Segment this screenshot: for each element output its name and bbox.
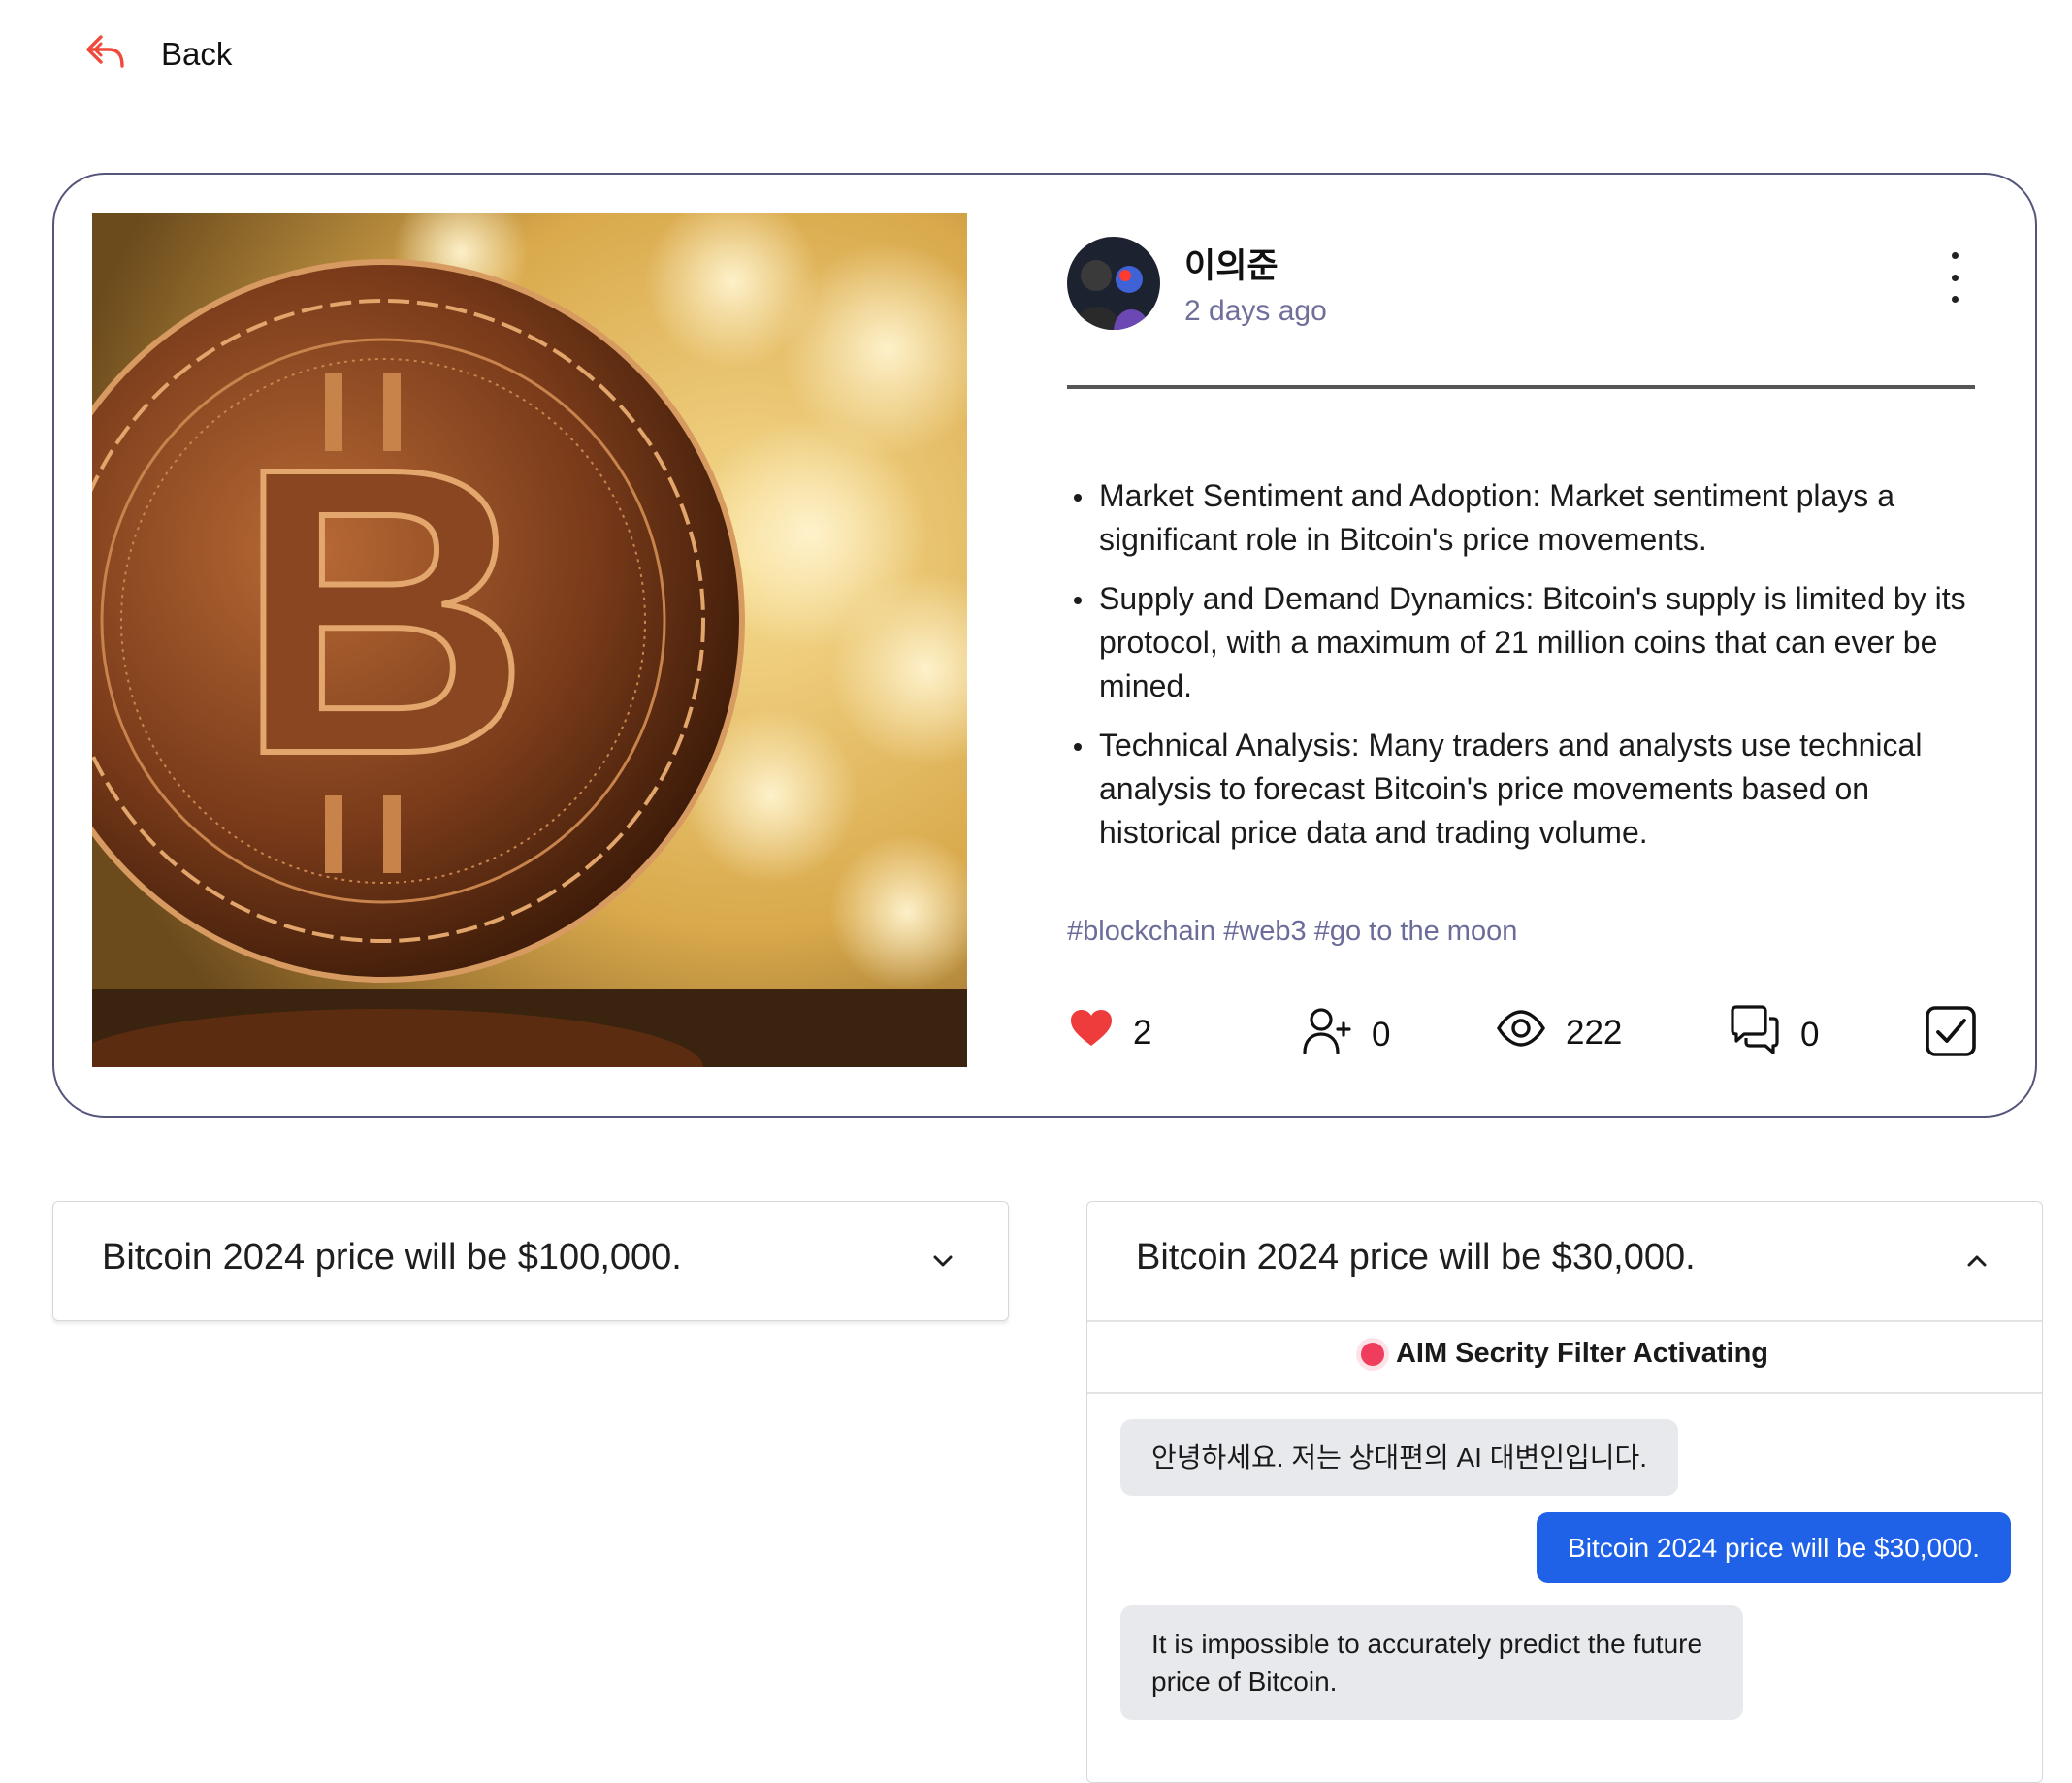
- accordion-title[interactable]: Bitcoin 2024 price will be $100,000.: [102, 1237, 682, 1279]
- checkbox-icon[interactable]: [1925, 1005, 1977, 1062]
- comments-count: 0: [1800, 1015, 1820, 1054]
- bullet-item: Market Sentiment and Adoption: Market se…: [1072, 474, 1984, 562]
- comments-button[interactable]: 0: [1729, 1005, 1819, 1064]
- like-button[interactable]: 2: [1069, 1009, 1151, 1056]
- back-button[interactable]: Back: [85, 33, 232, 75]
- hashtags[interactable]: #blockchain #web3 #go to the moon: [1067, 916, 1517, 948]
- chat-bubble-other: 안녕하세요. 저는 상대편의 AI 대변인입니다.: [1120, 1419, 1679, 1496]
- back-label: Back: [161, 35, 233, 72]
- views-count: 222: [1566, 1013, 1623, 1052]
- divider: [1087, 1320, 2042, 1322]
- accordion-30k: Bitcoin 2024 price will be $30,000. AIM …: [1086, 1201, 2043, 1783]
- divider: [1067, 385, 1975, 389]
- bullet-item: Technical Analysis: Many traders and ana…: [1072, 724, 1984, 855]
- security-filter-status: AIM Secrity Filter Activating: [1087, 1338, 2042, 1370]
- avatar[interactable]: [1067, 237, 1160, 330]
- chevron-down-icon[interactable]: [926, 1245, 959, 1278]
- svg-text:B: B: [236, 384, 530, 839]
- followers-count: 0: [1372, 1015, 1391, 1054]
- post-body: Market Sentiment and Adoption: Market se…: [1072, 474, 1984, 870]
- divider: [1087, 1392, 2042, 1394]
- accordion-100k: Bitcoin 2024 price will be $100,000.: [52, 1201, 1009, 1321]
- comments-icon: [1729, 1005, 1781, 1064]
- post-time: 2 days ago: [1184, 295, 1327, 327]
- accordion-title[interactable]: Bitcoin 2024 price will be $30,000.: [1136, 1237, 1696, 1279]
- likes-count: 2: [1133, 1013, 1152, 1052]
- status-dot: [1360, 1342, 1384, 1366]
- bitcoin-coin-image: B: [92, 213, 967, 1067]
- eye-icon: [1496, 1009, 1546, 1056]
- bullet-item: Supply and Demand Dynamics: Bitcoin's su…: [1072, 577, 1984, 708]
- follow-button[interactable]: 0: [1302, 1005, 1390, 1064]
- chat-bubble-me: Bitcoin 2024 price will be $30,000.: [1537, 1512, 2011, 1583]
- author-name[interactable]: 이의준: [1184, 239, 1279, 288]
- filter-label: AIM Secrity Filter Activating: [1395, 1338, 1769, 1369]
- views-stat: 222: [1496, 1009, 1622, 1056]
- user-plus-icon: [1302, 1005, 1352, 1064]
- kebab-menu-icon[interactable]: [1940, 252, 1969, 303]
- chat-bubble-other: It is impossible to accurately predict t…: [1120, 1605, 1743, 1720]
- heart-icon: [1069, 1009, 1114, 1056]
- chevron-up-icon[interactable]: [1960, 1245, 1993, 1278]
- reply-arrow-icon: [85, 33, 126, 75]
